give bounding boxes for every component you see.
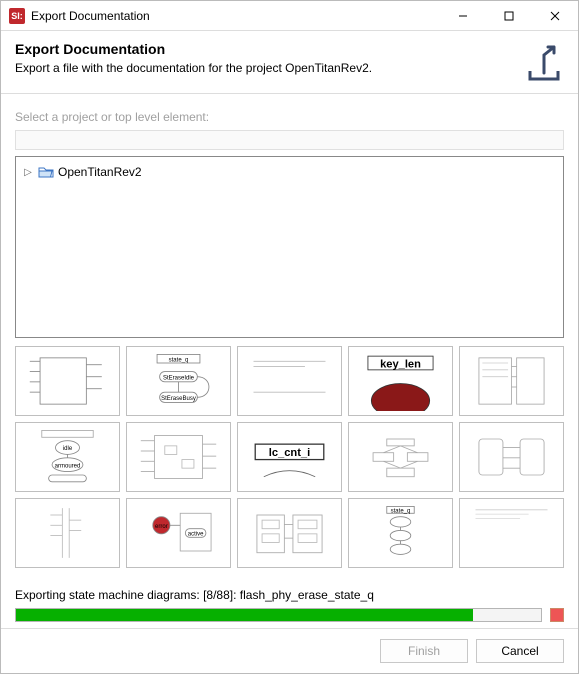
close-button[interactable]: [532, 1, 578, 31]
dialog-body: Select a project or top level element: ▷…: [1, 94, 578, 582]
thumb-sub: StEraseBusy: [161, 396, 196, 402]
stop-button[interactable]: [550, 608, 564, 622]
finish-button[interactable]: Finish: [380, 639, 468, 663]
progress-fill: [16, 609, 473, 621]
thumb-caption: lc_cnt_i: [269, 447, 310, 459]
window-title: Export Documentation: [31, 9, 150, 23]
filter-input[interactable]: [15, 130, 564, 150]
thumbnail[interactable]: lc_cnt_i: [237, 422, 342, 492]
thumbnail[interactable]: [237, 346, 342, 416]
thumb-sub: error: [155, 524, 168, 530]
thumb-caption: state_q: [391, 508, 411, 514]
thumb-sub: idle: [63, 446, 73, 452]
progress-label: Exporting state machine diagrams: [8/88]…: [15, 588, 564, 602]
thumbnail[interactable]: [348, 422, 453, 492]
maximize-button[interactable]: [486, 1, 532, 31]
thumbnail-grid: state_q StEraseIdle StEraseBusy key_len: [15, 346, 564, 568]
thumbnail[interactable]: [126, 422, 231, 492]
thumbnail[interactable]: [459, 346, 564, 416]
thumbnail[interactable]: [15, 346, 120, 416]
thumb-sub: armoured: [55, 463, 81, 469]
tree-node-label: OpenTitanRev2: [58, 165, 142, 179]
thumbnail[interactable]: error active: [126, 498, 231, 568]
titlebar: SI: Export Documentation: [1, 1, 578, 31]
thumbnail[interactable]: state_q: [348, 498, 453, 568]
progress-bar: [15, 608, 542, 622]
thumbnail[interactable]: [237, 498, 342, 568]
thumbnail[interactable]: key_len: [348, 346, 453, 416]
thumb-sub: StEraseIdle: [163, 375, 195, 381]
dialog-header: Export Documentation Export a file with …: [1, 31, 578, 94]
app-icon: SI:: [9, 8, 25, 24]
thumbnail[interactable]: [459, 422, 564, 492]
page-subtitle: Export a file with the documentation for…: [15, 61, 512, 75]
thumbnail[interactable]: state_q StEraseIdle StEraseBusy: [126, 346, 231, 416]
thumbnail[interactable]: [459, 498, 564, 568]
project-tree[interactable]: ▷ OpenTitanRev2: [15, 156, 564, 338]
export-icon: [524, 41, 564, 81]
thumb-caption: state_q: [169, 357, 189, 363]
thumb-sub: active: [188, 532, 204, 538]
folder-icon: [38, 165, 54, 179]
tree-root-row[interactable]: ▷ OpenTitanRev2: [22, 163, 557, 181]
expand-icon[interactable]: ▷: [22, 167, 34, 178]
minimize-button[interactable]: [440, 1, 486, 31]
thumb-caption: key_len: [380, 358, 421, 370]
thumbnail[interactable]: idle armoured: [15, 422, 120, 492]
thumbnail[interactable]: [15, 498, 120, 568]
page-title: Export Documentation: [15, 41, 512, 57]
picker-label: Select a project or top level element:: [15, 110, 564, 124]
progress-section: Exporting state machine diagrams: [8/88]…: [1, 582, 578, 628]
dialog-footer: Finish Cancel: [1, 628, 578, 673]
cancel-button[interactable]: Cancel: [476, 639, 564, 663]
